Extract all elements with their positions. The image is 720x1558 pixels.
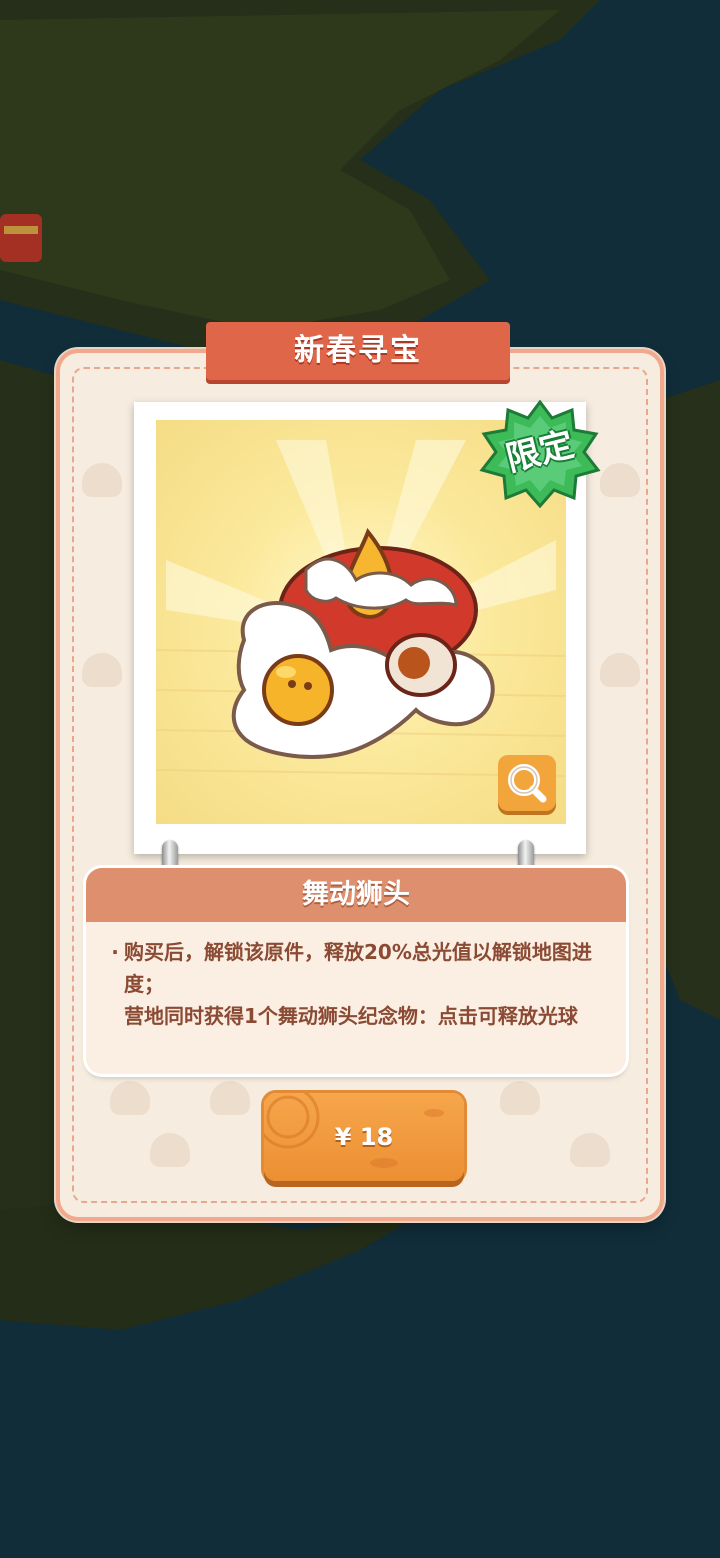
- dialog-title: 新春寻宝: [294, 333, 422, 368]
- pattern-ghost: [82, 463, 122, 497]
- pattern-ghost: [110, 1081, 150, 1115]
- zoom-button[interactable]: [498, 755, 556, 811]
- pattern-ghost: [500, 1081, 540, 1115]
- pattern-ghost: [570, 1133, 610, 1167]
- description-line: · 购买后，解锁该原件，释放20%总光值以解锁地图进度；: [106, 936, 616, 1000]
- description-line: 营地同时获得1个舞动狮头纪念物：点击可释放光球: [106, 1000, 616, 1032]
- description-line-2: 营地同时获得1个舞动狮头纪念物：点击可释放光球: [124, 1004, 578, 1028]
- purchase-button[interactable]: ¥ 18: [264, 1093, 464, 1181]
- bullet: ·: [111, 940, 119, 964]
- pattern-ghost: [600, 653, 640, 687]
- game-screen: 新春寻宝 限定 舞动狮头 · 购买后，解锁该原件，释放20%总光值以解锁地图进度…: [0, 0, 720, 1558]
- pattern-ghost: [150, 1133, 190, 1167]
- pattern-ghost: [210, 1081, 250, 1115]
- description-line-1: 购买后，解锁该原件，释放20%总光值以解锁地图进度；: [124, 940, 592, 996]
- pattern-ghost: [82, 653, 122, 687]
- magnifier-icon: [508, 764, 547, 803]
- item-description: · 购买后，解锁该原件，释放20%总光值以解锁地图进度； 营地同时获得1个舞动狮…: [106, 936, 616, 1032]
- item-name: 舞动狮头: [302, 879, 410, 910]
- item-description-card: 舞动狮头 · 购买后，解锁该原件，释放20%总光值以解锁地图进度； 营地同时获得…: [86, 868, 626, 1074]
- price-label: ¥ 18: [334, 1123, 394, 1151]
